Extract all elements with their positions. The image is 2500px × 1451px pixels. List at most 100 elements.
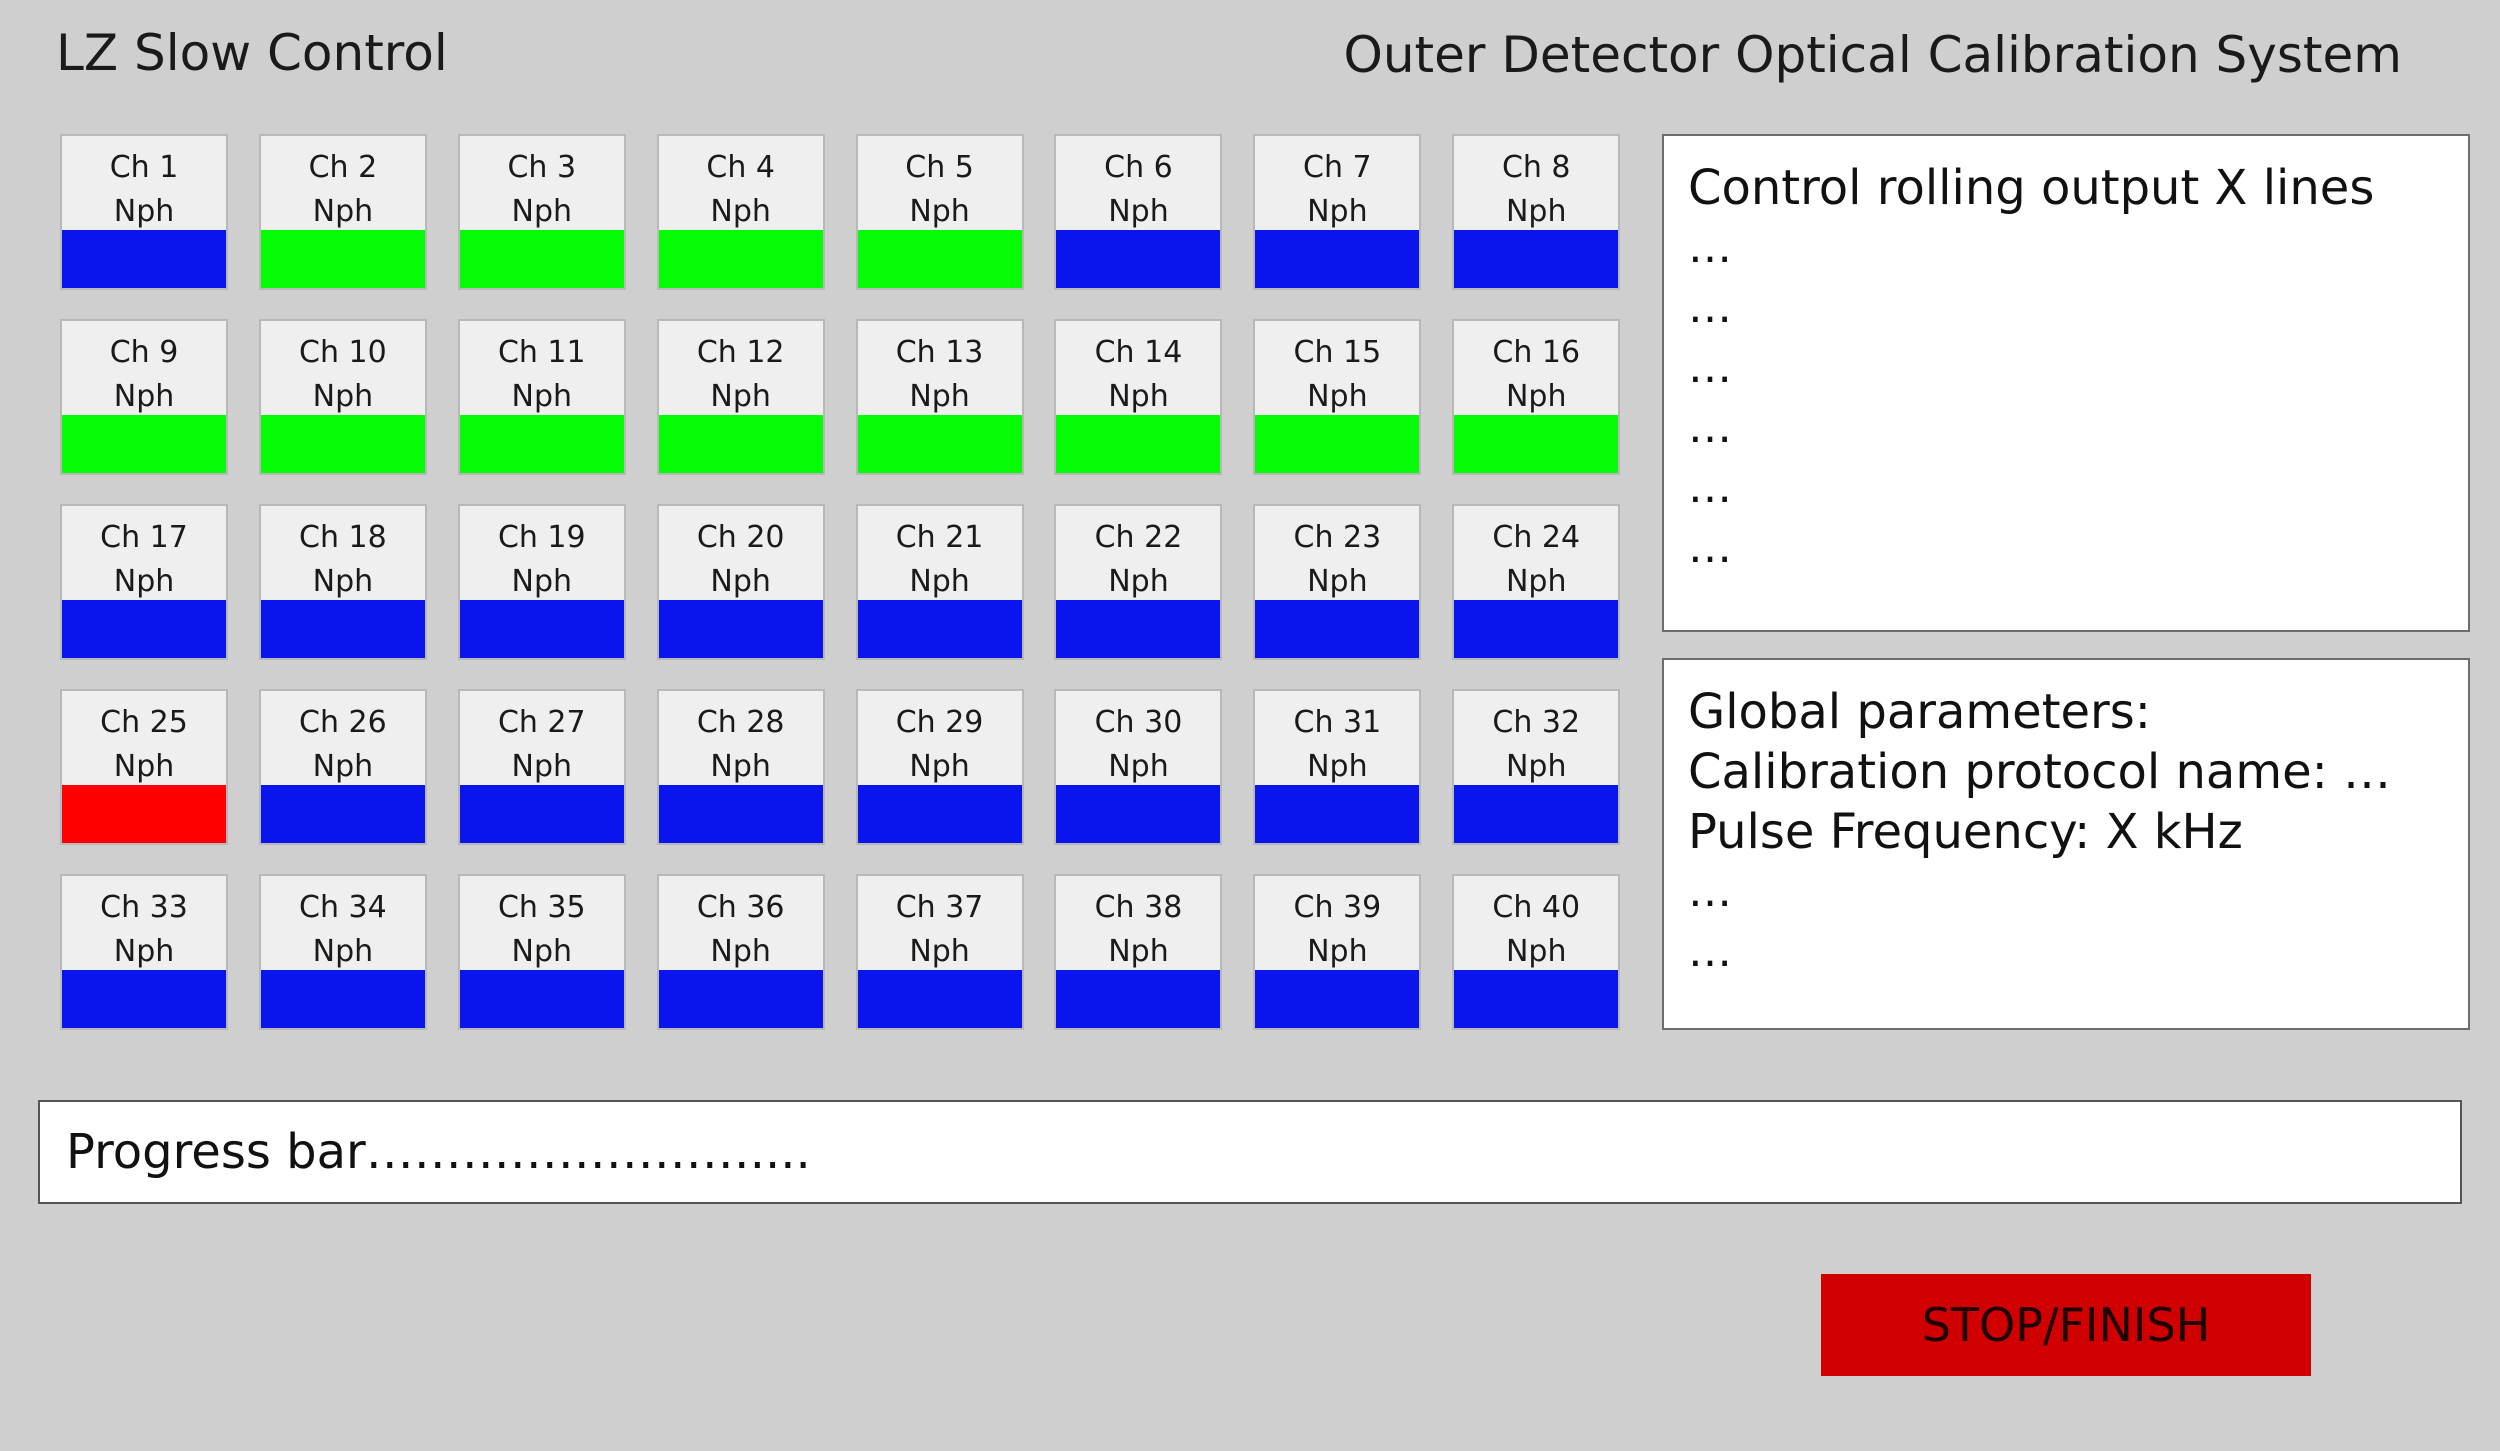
channel-status-indicator: [857, 415, 1022, 473]
channel-tile[interactable]: Ch 33 Nph: [60, 874, 228, 1030]
channel-tile[interactable]: Ch 21 Nph: [855, 504, 1024, 660]
channel-tile[interactable]: Ch 15 Nph: [1253, 319, 1422, 475]
channel-tile[interactable]: Ch 27 Nph: [457, 689, 626, 845]
channel-unit: Nph: [511, 934, 573, 969]
channel-status-indicator: [459, 970, 624, 1028]
channel-tile[interactable]: Ch 3 Nph: [457, 134, 626, 290]
channel-label-block: Ch 38 Nph: [1056, 876, 1220, 970]
channel-tile[interactable]: Ch 18 Nph: [258, 504, 427, 660]
channel-label-block: Ch 3 Nph: [460, 136, 624, 230]
channel-label-block: Ch 8 Nph: [1454, 136, 1618, 230]
channel-status-indicator: [62, 600, 226, 658]
channel-name: Ch 15: [1293, 335, 1382, 370]
channel-name: Ch 32: [1492, 705, 1581, 740]
channel-label-block: Ch 13 Nph: [858, 321, 1022, 415]
channel-tile[interactable]: Ch 39 Nph: [1253, 874, 1422, 1030]
channel-tile[interactable]: Ch 6 Nph: [1054, 134, 1223, 290]
channel-name: Ch 22: [1094, 520, 1183, 555]
channel-name: Ch 2: [308, 150, 378, 185]
channel-name: Ch 10: [299, 335, 387, 370]
channel-tile[interactable]: Ch 8 Nph: [1452, 134, 1621, 290]
channel-label-block: Ch 6 Nph: [1056, 136, 1220, 230]
channel-tile[interactable]: Ch 22 Nph: [1054, 504, 1223, 660]
channel-label-block: Ch 23 Nph: [1255, 506, 1419, 600]
channel-unit: Nph: [1307, 749, 1368, 784]
channel-tile[interactable]: Ch 20 Nph: [656, 504, 825, 660]
channel-unit: Nph: [113, 564, 175, 599]
channel-status-indicator: [857, 785, 1022, 843]
channel-status-indicator: [459, 230, 624, 288]
channel-name: Ch 20: [696, 520, 785, 555]
channel-tile[interactable]: Ch 17 Nph: [60, 504, 228, 660]
channel-name: Ch 36: [696, 890, 785, 925]
channel-tile[interactable]: Ch 28 Nph: [656, 689, 825, 845]
channel-tile[interactable]: Ch 30 Nph: [1054, 689, 1223, 845]
channel-label-block: Ch 19 Nph: [460, 506, 624, 600]
channel-tile[interactable]: Ch 14 Nph: [1054, 319, 1223, 475]
channel-tile[interactable]: Ch 11 Nph: [457, 319, 626, 475]
channel-tile[interactable]: Ch 1 Nph: [60, 134, 228, 290]
channel-label-block: Ch 32 Nph: [1454, 691, 1618, 785]
channel-tile[interactable]: Ch 12 Nph: [656, 319, 825, 475]
global-parameter-line: Pulse Frequency: X kHz: [1688, 804, 2243, 860]
channel-tile[interactable]: Ch 5 Nph: [855, 134, 1024, 290]
channel-tile[interactable]: Ch 13 Nph: [855, 319, 1024, 475]
global-parameter-line: …: [1688, 866, 1732, 917]
rolling-output-panel: Control rolling output X lines………………: [1662, 134, 2470, 632]
channel-unit: Nph: [1505, 564, 1567, 599]
channel-tile[interactable]: Ch 29 Nph: [855, 689, 1024, 845]
channel-tile[interactable]: Ch 26 Nph: [258, 689, 427, 845]
global-parameter-line: Calibration protocol name: …: [1688, 744, 2392, 800]
channel-tile[interactable]: Ch 25 Nph: [60, 689, 228, 845]
channel-status-indicator: [62, 970, 226, 1028]
channel-unit: Nph: [1307, 379, 1368, 414]
channel-tile[interactable]: Ch 16 Nph: [1452, 319, 1621, 475]
channel-tile[interactable]: Ch 7 Nph: [1253, 134, 1422, 290]
channel-unit: Nph: [710, 749, 771, 784]
channel-status-indicator: [1454, 970, 1619, 1028]
channel-name: Ch 23: [1293, 520, 1382, 555]
channel-name: Ch 16: [1492, 335, 1581, 370]
channel-label-block: Ch 22 Nph: [1056, 506, 1220, 600]
channel-tile[interactable]: Ch 24 Nph: [1452, 504, 1621, 660]
channel-status-indicator: [62, 230, 226, 288]
channel-tile[interactable]: Ch 2 Nph: [258, 134, 427, 290]
channel-name: Ch 8: [1501, 150, 1571, 185]
channel-unit: Nph: [511, 749, 573, 784]
rolling-output-line: …: [1688, 282, 1732, 333]
channel-label-block: Ch 9 Nph: [62, 321, 226, 415]
channel-unit: Nph: [113, 934, 175, 969]
channel-name: Ch 6: [1104, 150, 1173, 185]
channel-status-indicator: [658, 600, 823, 658]
channel-tile[interactable]: Ch 37 Nph: [855, 874, 1024, 1030]
channel-tile[interactable]: Ch 35 Nph: [457, 874, 626, 1030]
channel-tile[interactable]: Ch 36 Nph: [656, 874, 825, 1030]
channel-name: Ch 30: [1094, 705, 1183, 740]
channel-tile[interactable]: Ch 34 Nph: [258, 874, 427, 1030]
rolling-output-line: …: [1688, 402, 1732, 453]
app-window: LZ Slow Control Outer Detector Optical C…: [0, 0, 2500, 1451]
stop-finish-button[interactable]: STOP/FINISH: [1821, 1274, 2311, 1376]
channel-label-block: Ch 36 Nph: [659, 876, 823, 970]
channel-tile[interactable]: Ch 10 Nph: [258, 319, 427, 475]
channel-name: Ch 26: [299, 705, 387, 740]
channel-label-block: Ch 27 Nph: [460, 691, 624, 785]
channel-tile[interactable]: Ch 32 Nph: [1452, 689, 1621, 845]
channel-unit: Nph: [113, 194, 175, 229]
channel-name: Ch 17: [100, 520, 188, 555]
channel-tile[interactable]: Ch 23 Nph: [1253, 504, 1422, 660]
rolling-output-line: …: [1688, 222, 1732, 273]
channel-status-indicator: [1255, 970, 1420, 1028]
channel-status-indicator: [658, 230, 823, 288]
channel-tile[interactable]: Ch 38 Nph: [1054, 874, 1223, 1030]
channel-tile[interactable]: Ch 40 Nph: [1452, 874, 1621, 1030]
channel-tile[interactable]: Ch 4 Nph: [656, 134, 825, 290]
channel-label-block: Ch 34 Nph: [261, 876, 425, 970]
channel-tile[interactable]: Ch 9 Nph: [60, 319, 228, 475]
channel-status-indicator: [1056, 785, 1221, 843]
channel-name: Ch 31: [1293, 705, 1382, 740]
channel-tile[interactable]: Ch 19 Nph: [457, 504, 626, 660]
channel-tile[interactable]: Ch 31 Nph: [1253, 689, 1422, 845]
channel-status-indicator: [1255, 600, 1420, 658]
channel-status-indicator: [1056, 230, 1221, 288]
